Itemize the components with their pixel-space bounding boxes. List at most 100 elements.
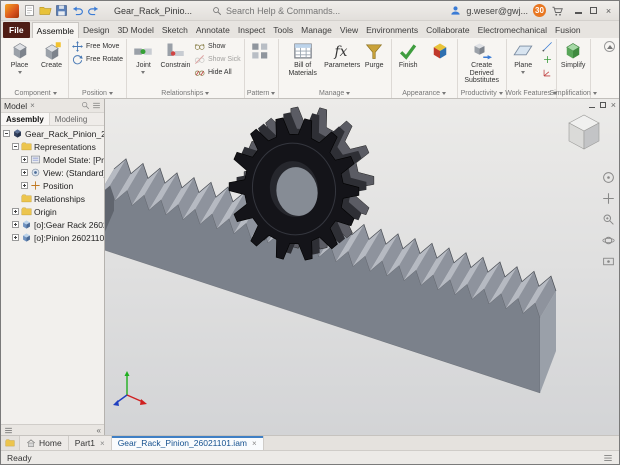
doc-close-icon[interactable]: × [611, 100, 616, 110]
ribbon-tab-fusion[interactable]: Fusion [551, 22, 585, 38]
zoom-icon[interactable] [602, 213, 615, 226]
browser-search-icon[interactable] [81, 101, 90, 110]
place-button[interactable]: Place [4, 40, 35, 76]
doc-tab-part1[interactable]: Part1× [69, 436, 112, 450]
ribbon-tab-annotate[interactable]: Annotate [192, 22, 234, 38]
finish-button[interactable]: Finish [393, 40, 424, 70]
tree-expander-icon[interactable] [21, 182, 28, 189]
ribbon-group-label[interactable]: Position [69, 90, 126, 97]
doc-tab-gear-rack-pinion-26021101-iam[interactable]: Gear_Rack_Pinion_26021101.iam× [112, 436, 264, 450]
browser-panel-title[interactable]: Model [4, 101, 27, 111]
tree-item-view-standard[interactable]: View: (Standard) [1, 166, 104, 179]
ribbon-group-label[interactable]: Appearance [392, 90, 457, 97]
point-button[interactable] [540, 53, 555, 66]
browser-tab-assembly[interactable]: Assembly [1, 113, 50, 125]
constrain-button[interactable]: Constrain [160, 40, 191, 70]
ribbon-group-label[interactable]: Work Features [507, 90, 556, 97]
tree-expander-icon[interactable] [12, 234, 19, 241]
parameters-button[interactable]: fxParameters [327, 40, 358, 70]
tree-expander-icon[interactable] [21, 156, 28, 163]
orbit-icon[interactable] [602, 234, 615, 247]
browser-menu-icon[interactable] [92, 101, 101, 110]
document-tabs-lead[interactable] [1, 436, 20, 450]
ribbon-tab-sketch[interactable]: Sketch [158, 22, 192, 38]
view-cube[interactable] [561, 109, 607, 155]
maximize-button[interactable] [587, 4, 600, 17]
doc-tab-close-icon[interactable]: × [100, 439, 105, 448]
ribbon-tab-assemble[interactable]: Assemble [32, 22, 79, 38]
undo-icon[interactable] [71, 4, 84, 17]
ribbon-group-label[interactable]: Manage [279, 90, 391, 97]
ribbon-tab-inspect[interactable]: Inspect [234, 22, 269, 38]
ribbon-group-label[interactable]: Pattern [245, 90, 278, 97]
tree-expander-icon[interactable] [12, 208, 19, 215]
create-button[interactable]: Create [36, 40, 67, 70]
pan-icon[interactable] [602, 192, 615, 205]
tree-item-o-gear-rack-260211[interactable]: [o]:Gear Rack 260211... [1, 218, 104, 231]
ribbon-collapse-button[interactable] [604, 41, 615, 52]
minimize-button[interactable] [572, 4, 585, 17]
tree-item-position[interactable]: Position [1, 179, 104, 192]
command-search[interactable] [212, 6, 344, 16]
tree-expander-icon[interactable] [12, 143, 19, 150]
tree-item-o-pinion-26021101[interactable]: [o]:Pinion 26021101:... [1, 231, 104, 244]
tree-item-representations[interactable]: Representations [1, 140, 104, 153]
ribbon-group-label[interactable]: Simplification [557, 90, 590, 97]
3d-canvas[interactable] [105, 99, 619, 435]
doc-tab-close-icon[interactable]: × [252, 439, 257, 448]
simplify-button[interactable]: Simplify [558, 40, 589, 70]
browser-footer-menu-icon[interactable] [4, 426, 13, 435]
tree-item-origin[interactable]: Origin [1, 205, 104, 218]
hide-all-button[interactable]: Hide All [192, 66, 243, 79]
plane-button[interactable]: Plane [508, 40, 539, 76]
ribbon-group-label[interactable]: Component [3, 90, 68, 97]
show-button[interactable]: Show [192, 40, 243, 53]
look-at-icon[interactable] [602, 255, 615, 268]
ribbon-tab-file[interactable]: File [3, 22, 30, 38]
new-doc-icon[interactable] [23, 4, 36, 17]
doc-restore-icon[interactable] [600, 102, 606, 108]
show-sick-button[interactable]: Show Sick [192, 53, 243, 66]
open-icon[interactable] [39, 4, 52, 17]
browser-tab-modeling[interactable]: Modeling [50, 113, 92, 125]
tree-item-gear-rack-pinion-260[interactable]: Gear_Rack_Pinion_260... [1, 127, 104, 140]
purge-button[interactable]: Purge [359, 40, 390, 70]
joint-button[interactable]: Joint [128, 40, 159, 76]
free-move-button[interactable]: Free Move [70, 40, 125, 53]
ribbon-tab-3d-model[interactable]: 3D Model [113, 22, 157, 38]
save-icon[interactable] [55, 4, 68, 17]
appearance-box-button[interactable] [425, 40, 456, 62]
ribbon-tab-tools[interactable]: Tools [269, 22, 297, 38]
inventor-logo-icon[interactable] [5, 4, 19, 18]
create-derived-substitutes-button[interactable]: Create Derived Substitutes [459, 40, 505, 85]
status-menu-icon[interactable] [603, 453, 613, 463]
browser-collapse-icon[interactable]: « [97, 426, 101, 435]
tree-item-relationships[interactable]: Relationships [1, 192, 104, 205]
notification-badge[interactable]: 30 [533, 4, 546, 17]
free-rotate-button[interactable]: Free Rotate [70, 53, 125, 66]
ribbon-group-label[interactable]: Productivity [458, 90, 506, 97]
ribbon-tab-design[interactable]: Design [79, 22, 113, 38]
ribbon-tab-environments[interactable]: Environments [362, 22, 422, 38]
navigation-wheel-icon[interactable] [602, 171, 615, 184]
ribbon-group-label[interactable]: Relationships [127, 90, 244, 97]
tree-expander-icon[interactable] [21, 169, 28, 176]
cart-icon[interactable] [551, 5, 563, 17]
doc-minimize-icon[interactable] [589, 103, 595, 108]
doc-tab-home[interactable]: Home [20, 436, 69, 450]
pattern-button[interactable] [246, 40, 277, 62]
browser-close-icon[interactable]: × [30, 101, 35, 110]
redo-icon[interactable] [87, 4, 100, 17]
ribbon-tab-manage[interactable]: Manage [297, 22, 336, 38]
tree-expander-icon[interactable] [12, 221, 19, 228]
search-input[interactable] [226, 6, 344, 16]
ribbon-tab-collaborate[interactable]: Collaborate [422, 22, 473, 38]
ribbon-tab-view[interactable]: View [336, 22, 362, 38]
ucs-button[interactable] [540, 66, 555, 79]
close-button[interactable]: × [602, 4, 615, 17]
tree-expander-icon[interactable] [3, 130, 10, 137]
user-avatar-icon[interactable] [450, 5, 461, 16]
axis-button[interactable] [540, 40, 555, 53]
ribbon-tab-electromechanical[interactable]: Electromechanical [474, 22, 551, 38]
signed-in-user[interactable]: g.weser@gwj... [466, 6, 528, 16]
